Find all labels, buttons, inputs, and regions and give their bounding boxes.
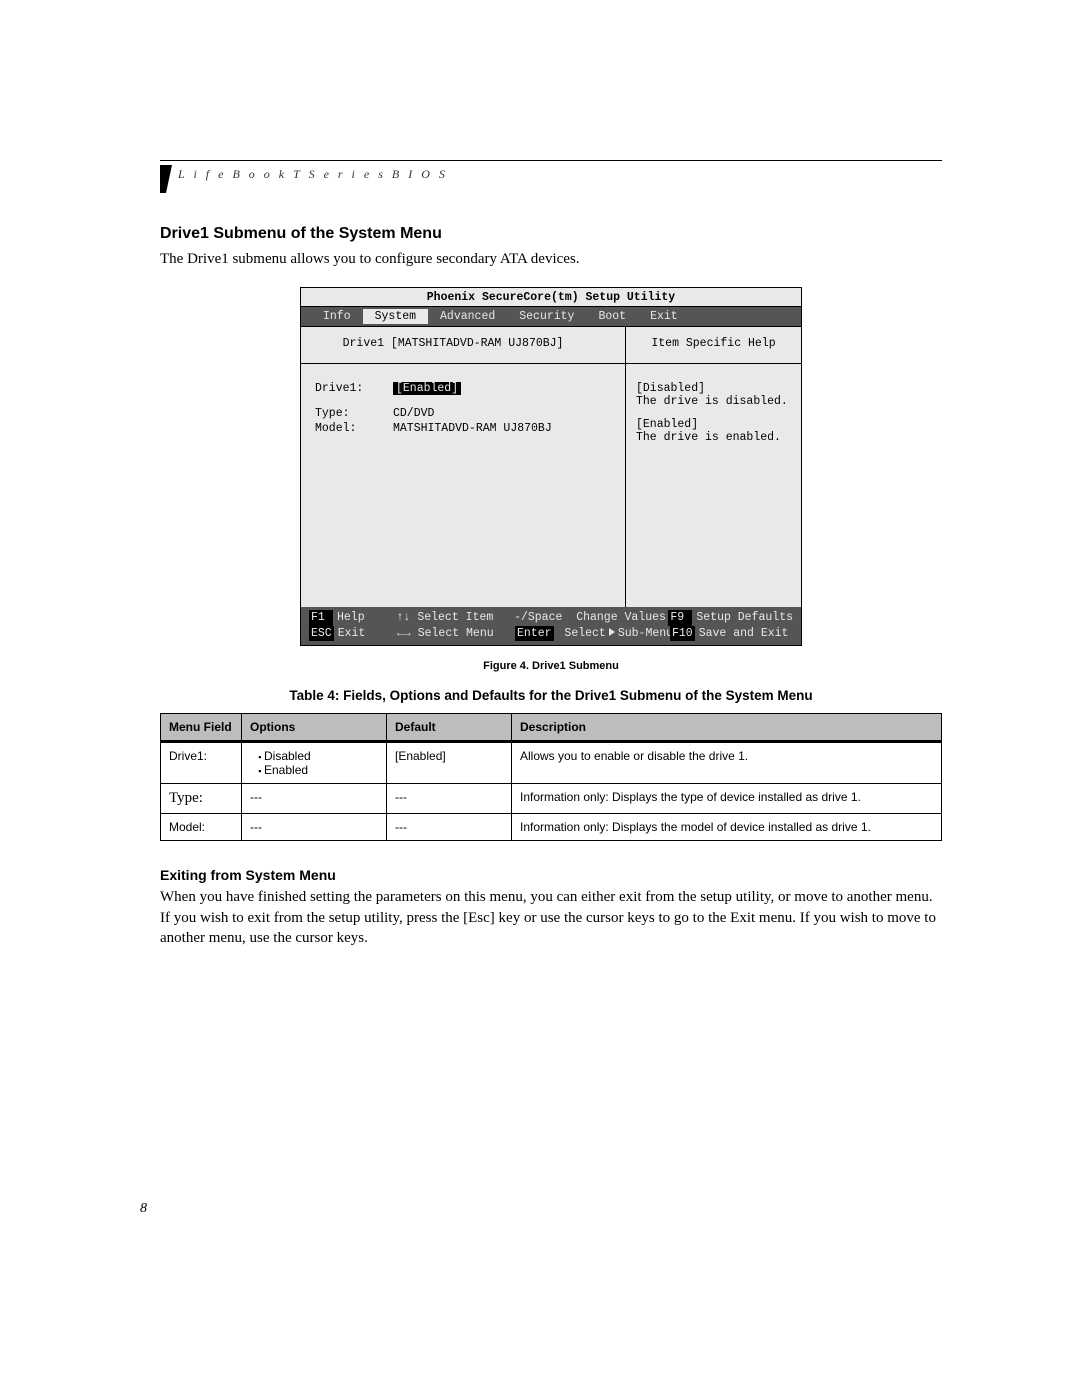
- triangle-right-icon: [609, 628, 615, 636]
- bios-tab-info[interactable]: Info: [311, 309, 363, 324]
- bios-tab-bar: Info System Advanced Security Boot Exit: [301, 307, 801, 326]
- cell-field: Type:: [161, 784, 242, 814]
- foot-select-menu: Select Menu: [418, 627, 494, 640]
- foot-change-values: Change Values: [576, 611, 666, 624]
- table-row: Model: --- --- Information only: Display…: [161, 814, 942, 841]
- bios-field-model: Model: MATSHITADVD-RAM UJ870BJ: [315, 422, 611, 435]
- bios-tab-exit[interactable]: Exit: [638, 309, 690, 324]
- key-f9: F9: [668, 610, 692, 626]
- bios-field-value: MATSHITADVD-RAM UJ870BJ: [393, 422, 552, 435]
- th-menu-field: Menu Field: [161, 714, 242, 742]
- key-f1: F1: [309, 610, 333, 626]
- exit-paragraph: When you have finished setting the param…: [160, 887, 942, 948]
- help-enabled-label: [Enabled]: [636, 418, 791, 431]
- cell-field: Drive1:: [161, 742, 242, 784]
- arrows-updown-icon: ↑↓: [397, 611, 411, 624]
- table-caption: Table 4: Fields, Options and Defaults fo…: [160, 688, 942, 703]
- cell-default: ---: [387, 814, 512, 841]
- foot-select-item: Select Item: [417, 611, 493, 624]
- help-enabled-text: The drive is enabled.: [636, 431, 791, 444]
- bios-breadcrumb-text: Drive1 [MATSHITADVD-RAM UJ870BJ]: [343, 337, 564, 350]
- help-disabled-text: The drive is disabled.: [636, 395, 791, 408]
- table-row: Drive1: Disabled Enabled [Enabled] Allow…: [161, 742, 942, 784]
- bios-field-label: Type:: [315, 407, 393, 420]
- page: L i f e B o o k T S e r i e s B I O S Dr…: [0, 0, 1080, 1397]
- key-esc: ESC: [309, 626, 334, 642]
- cell-description: Information only: Displays the model of …: [512, 814, 942, 841]
- bios-field-label: Model:: [315, 422, 393, 435]
- bios-field-label: Drive1:: [315, 382, 393, 395]
- bios-tab-boot[interactable]: Boot: [586, 309, 638, 324]
- bios-window: Phoenix SecureCore(tm) Setup Utility Inf…: [300, 287, 802, 646]
- foot-submenu: Sub-Menu: [618, 627, 673, 640]
- bios-tab-system[interactable]: System: [363, 309, 428, 324]
- cell-options: ---: [242, 784, 387, 814]
- figure-caption: Figure 4. Drive1 Submenu: [160, 660, 942, 672]
- cell-description: Information only: Displays the type of d…: [512, 784, 942, 814]
- section-heading: Drive1 Submenu of the System Menu: [160, 225, 942, 243]
- header-wedge-icon: [160, 165, 172, 193]
- header-rule: [160, 160, 942, 161]
- options-table: Menu Field Options Default Description D…: [160, 713, 942, 841]
- key-enter: Enter: [515, 626, 554, 642]
- bios-field-value: CD/DVD: [393, 407, 434, 420]
- bios-help-title: Item Specific Help: [626, 327, 801, 364]
- th-default: Default: [387, 714, 512, 742]
- cell-default: [Enabled]: [387, 742, 512, 784]
- bios-help-pane: Item Specific Help [Disabled] The drive …: [626, 327, 801, 607]
- exit-heading: Exiting from System Menu: [160, 867, 942, 883]
- bios-tab-security[interactable]: Security: [507, 309, 586, 324]
- table-row: Type: --- --- Information only: Displays…: [161, 784, 942, 814]
- bios-field-value-selected[interactable]: [Enabled]: [393, 382, 461, 395]
- cell-field: Model:: [161, 814, 242, 841]
- bios-title: Phoenix SecureCore(tm) Setup Utility: [301, 288, 801, 307]
- foot-setup-defaults: Setup Defaults: [696, 611, 793, 624]
- foot-help: Help: [337, 611, 365, 624]
- foot-exit: Exit: [338, 627, 366, 640]
- foot-save-exit: Save and Exit: [699, 627, 789, 640]
- running-header-text: L i f e B o o k T S e r i e s B I O S: [178, 165, 448, 182]
- foot-select-sub: Select: [564, 627, 605, 640]
- bios-field-type: Type: CD/DVD: [315, 407, 611, 420]
- intro-paragraph: The Drive1 submenu allows you to configu…: [160, 249, 942, 269]
- bios-footer: F1 Help ↑↓ Select Item -/Space Change Val…: [301, 607, 801, 645]
- option-item: Enabled: [264, 763, 378, 777]
- key-f10: F10: [670, 626, 695, 642]
- bios-field-drive1[interactable]: Drive1: [Enabled]: [315, 382, 611, 395]
- running-header: L i f e B o o k T S e r i e s B I O S: [160, 165, 942, 193]
- cell-options: Disabled Enabled: [242, 742, 387, 784]
- arrows-leftright-icon: ←→: [397, 627, 411, 640]
- bios-tab-advanced[interactable]: Advanced: [428, 309, 507, 324]
- help-disabled-label: [Disabled]: [636, 382, 791, 395]
- cell-default: ---: [387, 784, 512, 814]
- cell-description: Allows you to enable or disable the driv…: [512, 742, 942, 784]
- bios-left-pane: Drive1 [MATSHITADVD-RAM UJ870BJ] Drive1:…: [301, 327, 626, 607]
- th-description: Description: [512, 714, 942, 742]
- option-item: Disabled: [264, 749, 378, 763]
- th-options: Options: [242, 714, 387, 742]
- bios-breadcrumb: Drive1 [MATSHITADVD-RAM UJ870BJ]: [301, 327, 625, 364]
- table-header-row: Menu Field Options Default Description: [161, 714, 942, 742]
- cell-options: ---: [242, 814, 387, 841]
- foot-minus-space: -/Space: [514, 611, 562, 624]
- page-number: 8: [140, 1201, 147, 1217]
